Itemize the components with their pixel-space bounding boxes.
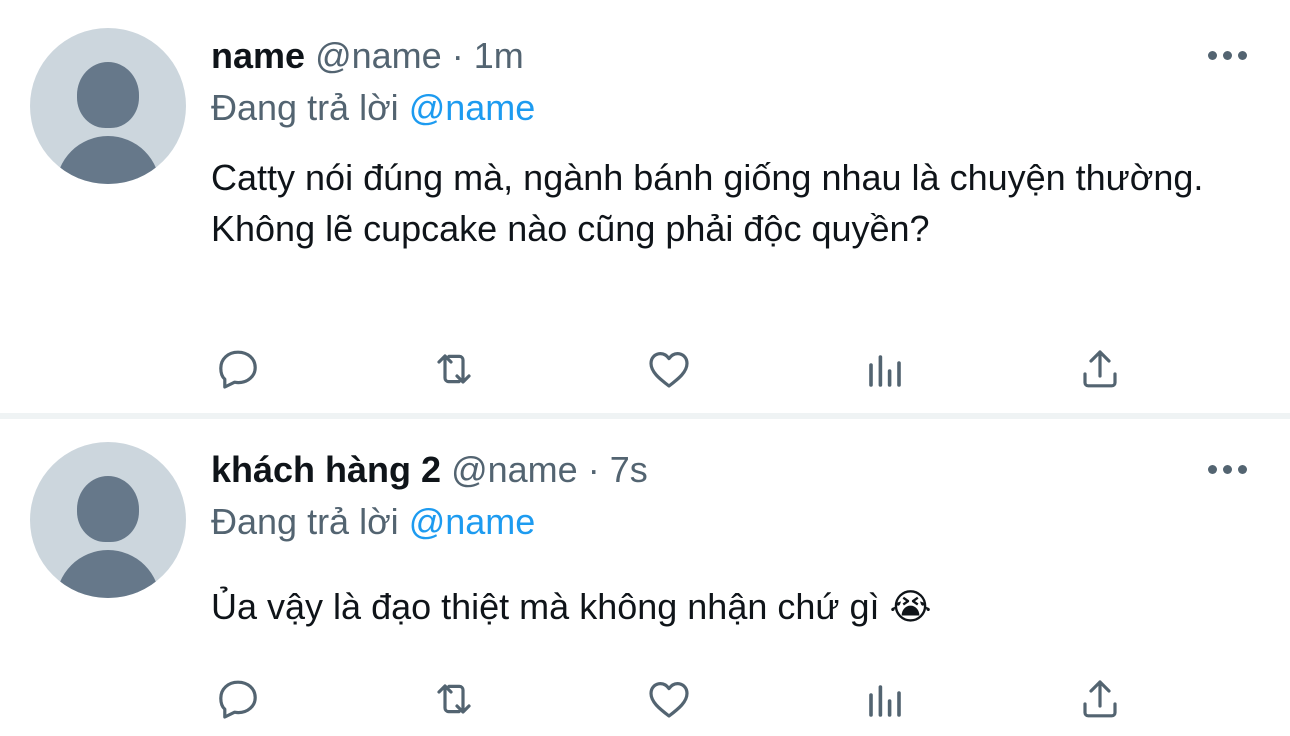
tweet-timestamp[interactable]: 7s <box>610 449 648 490</box>
action-bar <box>0 337 1290 397</box>
analytics-icon <box>869 355 901 387</box>
retweet-icon <box>437 354 471 384</box>
more-options-icon[interactable] <box>1206 46 1250 66</box>
replying-to-label: Đang trả lời <box>211 87 399 128</box>
like-button[interactable] <box>641 337 697 397</box>
avatar[interactable] <box>30 442 186 598</box>
tweet-timestamp[interactable]: 1m <box>474 35 524 76</box>
analytics-button[interactable] <box>857 337 913 397</box>
user-handle[interactable]: @name <box>315 35 442 76</box>
retweet-button[interactable] <box>426 337 482 397</box>
replying-to-line: Đang trả lời @name <box>211 500 535 544</box>
share-icon <box>1083 350 1117 388</box>
replying-to-mention[interactable]: @name <box>409 501 536 542</box>
tweet-header: name @name · 1m <box>211 34 524 78</box>
share-icon <box>1083 680 1117 718</box>
reply-icon <box>219 350 257 389</box>
tweet-text-content: Catty nói đúng mà, ngành bánh giống nhau… <box>211 157 1204 249</box>
analytics-button[interactable] <box>857 667 913 727</box>
like-icon <box>649 682 689 718</box>
user-handle[interactable]: @name <box>451 449 578 490</box>
retweet-icon <box>437 684 471 714</box>
display-name[interactable]: name <box>211 35 305 76</box>
reply-button[interactable] <box>210 337 266 397</box>
analytics-icon <box>869 685 901 717</box>
tweet-header: khách hàng 2 @name · 7s <box>211 448 648 492</box>
avatar[interactable] <box>30 28 186 184</box>
replying-to-label: Đang trả lời <box>211 501 399 542</box>
separator-dot: · <box>587 449 600 490</box>
tweet-reply[interactable]: khách hàng 2 @name · 7s Đang trả lời @na… <box>0 419 1290 736</box>
reply-button[interactable] <box>210 667 266 727</box>
action-bar <box>0 667 1290 727</box>
more-options-icon[interactable] <box>1206 460 1250 480</box>
share-button[interactable] <box>1072 337 1128 397</box>
share-button[interactable] <box>1072 667 1128 727</box>
tweet-text: Ủa vậy là đạo thiệt mà không nhận chứ gì… <box>211 581 1211 633</box>
replying-to-line: Đang trả lời @name <box>211 86 535 130</box>
reply-icon <box>219 680 257 719</box>
separator-dot: · <box>451 35 464 76</box>
retweet-button[interactable] <box>426 667 482 727</box>
tweet-text-content: Ủa vậy là đạo thiệt mà không nhận chứ gì <box>211 586 890 627</box>
display-name[interactable]: khách hàng 2 <box>211 449 441 490</box>
tweet-reply[interactable]: name @name · 1m Đang trả lời @name Catty… <box>0 0 1290 413</box>
replying-to-mention[interactable]: @name <box>409 87 536 128</box>
tweet-text: Catty nói đúng mà, ngành bánh giống nhau… <box>211 152 1211 255</box>
like-icon <box>649 352 689 388</box>
like-button[interactable] <box>641 667 697 727</box>
crying-face-emoji: 😭 <box>889 587 932 628</box>
